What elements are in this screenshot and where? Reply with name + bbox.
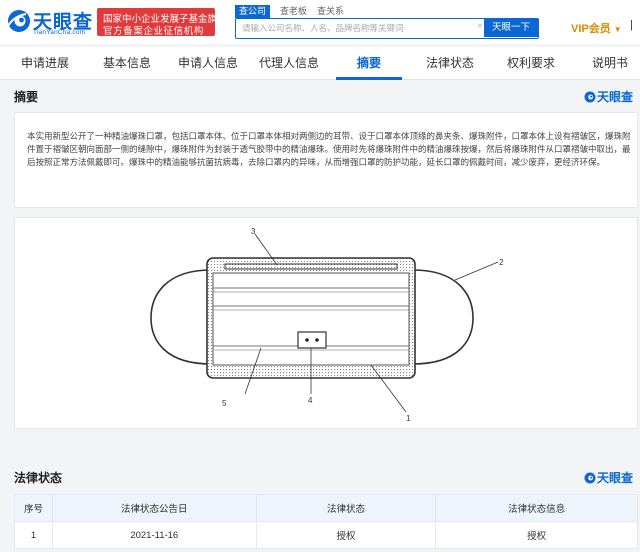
patent-tabs: 申请进展 基本信息 申请人信息 代理人信息 摘要 法律状态 权利要求 说明书 (0, 47, 640, 80)
top-header: 天眼查 TianYanCha.com 国家中小企业发展子基金旗下 官方备案企业征… (0, 0, 640, 44)
abstract-watermark-text: 天眼查 (597, 90, 634, 104)
tianyancha-mini-icon (584, 91, 596, 103)
column-header-index: 序号 (14, 494, 53, 522)
vip-member-link[interactable]: VIP会员 ▼ (571, 20, 622, 36)
cell-info: 授权 (435, 521, 638, 549)
legal-watermark-text: 天眼查 (597, 471, 634, 485)
cell-index: 1 (14, 521, 53, 549)
cell-status: 授权 (255, 521, 437, 549)
abstract-text: 本实用新型公开了一种精油爆珠口罩，包括口罩本体、位于口罩本体相对两侧边的耳带、设… (27, 131, 631, 168)
tab-claims[interactable]: 权利要求 (507, 47, 555, 80)
clear-icon[interactable]: × (477, 21, 483, 32)
patent-figure-card: 3 2 4 5 1 (14, 217, 638, 429)
tab-applicant-info[interactable]: 申请人信息 (178, 47, 238, 80)
tab-application-progress[interactable]: 申请进展 (21, 47, 69, 80)
search-input[interactable] (236, 19, 476, 37)
tianyancha-logo[interactable]: 天眼查 TianYanCha.com (6, 6, 92, 38)
vip-label: VIP会员 (571, 23, 611, 35)
search-tab-company[interactable]: 查公司 (235, 5, 271, 18)
tab-description[interactable]: 说明书 (592, 47, 628, 80)
figure-label-3: 3 (251, 227, 256, 236)
legal-status-table: 序号 法律状态公告日 法律状态 法律状态信息 1 2021-11-16 授权 授… (14, 494, 638, 549)
abstract-watermark: 天眼查 (584, 88, 633, 105)
search-button[interactable]: 天眼一下 (484, 19, 538, 37)
column-header-date: 法律状态公告日 (51, 494, 257, 522)
tianyancha-mini-icon (584, 472, 596, 484)
cell-date: 2021-11-16 (51, 521, 257, 549)
tab-basic-info[interactable]: 基本信息 (103, 47, 151, 80)
search-tab-boss[interactable]: 查老板 (280, 5, 307, 18)
column-header-status: 法律状态 (255, 494, 437, 522)
badge-line-2: 官方备案企业征信机构 (103, 26, 205, 37)
table-row[interactable]: 1 2021-11-16 授权 授权 (14, 521, 638, 549)
table-header-row: 序号 法律状态公告日 法律状态 法律状态信息 (14, 494, 638, 522)
figure-label-4: 4 (308, 396, 313, 405)
figure-label-1: 1 (406, 414, 411, 423)
search-tab-relation[interactable]: 查关系 (317, 5, 344, 18)
legal-watermark: 天眼查 (584, 469, 633, 486)
tianyancha-eye-icon (7, 10, 30, 32)
figure-label-2: 2 (499, 258, 504, 267)
legal-status-title: 法律状态 (14, 471, 63, 485)
logo-domain: TianYanCha.com (33, 29, 86, 36)
active-tab-indicator (336, 77, 402, 80)
chevron-down-icon: ▼ (613, 25, 622, 34)
tab-abstract[interactable]: 摘要 (357, 47, 381, 80)
column-header-info: 法律状态信息 (435, 494, 638, 522)
tab-agent-info[interactable]: 代理人信息 (259, 47, 319, 80)
abstract-card: 本实用新型公开了一种精油爆珠口罩，包括口罩本体、位于口罩本体相对两侧边的耳带、设… (14, 112, 638, 208)
figure-label-5: 5 (222, 399, 227, 408)
official-badge[interactable]: 国家中小企业发展子基金旗下 官方备案企业征信机构 (97, 8, 227, 37)
abstract-title: 摘要 (14, 90, 39, 104)
search-box: × 天眼一下 (235, 18, 539, 39)
header-divider: | (630, 19, 633, 31)
tab-legal-status[interactable]: 法律状态 (426, 47, 474, 80)
mask-drawing[interactable]: 3 2 4 5 1 (15, 218, 639, 430)
